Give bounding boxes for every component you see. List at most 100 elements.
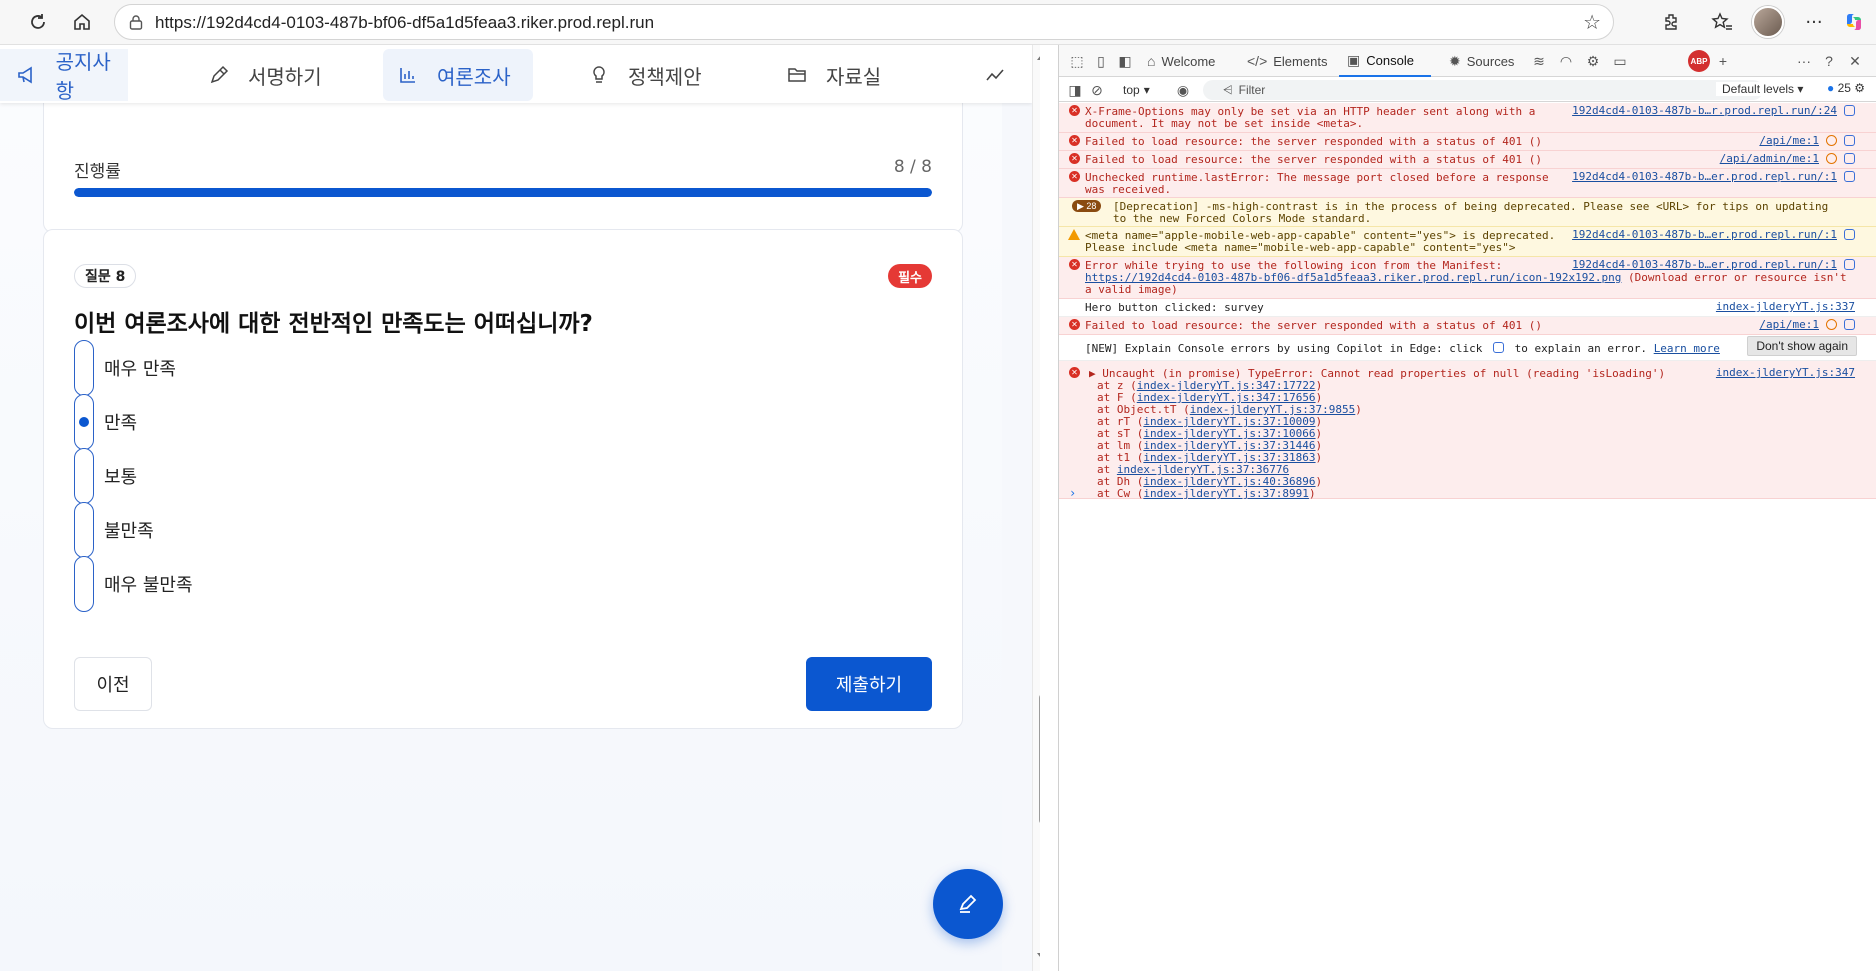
- tab-notices[interactable]: 공지사항: [0, 49, 128, 103]
- pen-icon: [208, 64, 230, 86]
- adblock-plus-icon[interactable]: ABP: [1688, 50, 1710, 72]
- option-very-satisfied[interactable]: 매우 만족: [74, 340, 574, 396]
- application-icon[interactable]: ▭: [1610, 51, 1630, 71]
- tab-label: 여론조사: [437, 64, 511, 89]
- more-tools-icon[interactable]: ···: [1794, 51, 1814, 71]
- inspect-element-icon[interactable]: ⬚: [1067, 51, 1087, 71]
- device-toolbar-icon[interactable]: ▯: [1091, 51, 1111, 71]
- floating-write-button[interactable]: [933, 869, 1003, 939]
- close-devtools-icon[interactable]: ✕: [1845, 51, 1865, 71]
- tab-sources[interactable]: ✹ Sources: [1443, 45, 1535, 77]
- address-bar[interactable]: https://192d4cd4-0103-487b-bf06-df5a1d5f…: [114, 4, 1614, 40]
- scroll-down-arrow-icon[interactable]: [1037, 953, 1040, 962]
- radio-button[interactable]: [74, 556, 94, 612]
- option-neutral[interactable]: 보통: [74, 448, 574, 504]
- network-request-icon[interactable]: [1826, 153, 1837, 164]
- console-prompt[interactable]: ›: [1069, 486, 1076, 500]
- settings-gear-icon[interactable]: ⚙: [1854, 81, 1865, 95]
- source-link[interactable]: index-jlderyYT.js:337: [1716, 301, 1855, 313]
- console-error: ✕ Error while trying to use the followin…: [1059, 257, 1876, 299]
- message-text: Failed to load resource: the server resp…: [1085, 135, 1542, 148]
- levels-label: Default levels: [1722, 82, 1795, 96]
- copilot-explain-icon[interactable]: [1844, 319, 1855, 330]
- option-dissatisfied[interactable]: 불만족: [74, 502, 574, 558]
- dock-side-icon[interactable]: ◧: [1115, 51, 1135, 71]
- issues-counter[interactable]: ● 25 ⚙: [1827, 81, 1865, 95]
- add-tab-icon[interactable]: +: [1713, 51, 1733, 71]
- radio-button[interactable]: [74, 394, 94, 450]
- more-options-icon[interactable]: ···: [1798, 6, 1830, 38]
- tab-console[interactable]: ▣ Console: [1339, 45, 1431, 77]
- source-link[interactable]: 192d4cd4-0103-487b-b…er.prod.repl.run/:1: [1572, 171, 1837, 183]
- settings-gear-icon[interactable]: ⚙: [1583, 51, 1603, 71]
- option-satisfied[interactable]: 만족: [74, 394, 574, 450]
- performance-icon[interactable]: ◠: [1556, 51, 1576, 71]
- sidebar-toggle-icon[interactable]: ◨: [1065, 80, 1085, 100]
- pen-icon: [959, 894, 977, 913]
- reload-icon[interactable]: [22, 6, 54, 38]
- frame-end: ): [1315, 475, 1323, 488]
- source-link[interactable]: 192d4cd4-0103-487b-b…er.prod.repl.run/:1: [1572, 259, 1837, 271]
- copilot-icon[interactable]: [1838, 6, 1870, 38]
- page-scrollbar[interactable]: [1032, 45, 1040, 971]
- home-icon[interactable]: [66, 6, 98, 38]
- web-page: 진행률 8 / 8 질문 8 필수 이번 여론조사에 대한 전반적인 만족도는 …: [0, 45, 1040, 971]
- option-very-dissatisfied[interactable]: 매우 불만족: [74, 556, 574, 612]
- network-request-icon[interactable]: [1826, 319, 1837, 330]
- favorites-icon[interactable]: [1706, 6, 1738, 38]
- log-levels-dropdown[interactable]: Default levels ▾: [1716, 82, 1804, 96]
- extensions-icon[interactable]: [1656, 6, 1688, 38]
- scroll-up-arrow-icon[interactable]: [1037, 51, 1040, 60]
- network-request-icon[interactable]: [1826, 135, 1837, 146]
- clear-console-icon[interactable]: ⊘: [1087, 80, 1107, 100]
- copilot-explain-icon[interactable]: [1844, 135, 1855, 146]
- radio-button[interactable]: [74, 448, 94, 504]
- context-selector[interactable]: top ▾: [1123, 81, 1150, 99]
- chevron-down-icon: ▾: [1143, 83, 1150, 97]
- megaphone-icon: [16, 64, 38, 86]
- learn-more-link[interactable]: Learn more: [1654, 342, 1720, 355]
- question-card: 질문 8 필수 이번 여론조사에 대한 전반적인 만족도는 어떠십니까? 매우 …: [43, 229, 963, 729]
- tab-label: 공지사항: [55, 50, 111, 103]
- copilot-explain-icon[interactable]: [1844, 171, 1855, 182]
- scrollbar-thumb[interactable]: [1039, 693, 1040, 825]
- issues-count: 25: [1837, 81, 1851, 95]
- previous-button[interactable]: 이전: [74, 657, 152, 711]
- bug-icon: ✹: [1449, 52, 1461, 69]
- tab-archive[interactable]: 자료실: [786, 49, 881, 101]
- console-warning: ▶ 28 [Deprecation] -ms-high-contrast is …: [1059, 198, 1876, 227]
- submit-button[interactable]: 제출하기: [806, 657, 932, 711]
- profile-avatar[interactable]: [1752, 6, 1784, 38]
- source-link[interactable]: index-jlderyYT.js:347: [1716, 367, 1855, 379]
- source-link[interactable]: /api/me:1: [1759, 319, 1819, 331]
- copilot-explain-icon[interactable]: [1844, 229, 1855, 240]
- radio-button[interactable]: [74, 502, 94, 558]
- radio-button[interactable]: [74, 340, 94, 396]
- error-icon: ✕: [1069, 259, 1080, 270]
- tab-welcome[interactable]: ⌂ Welcome: [1141, 45, 1237, 77]
- tab-sign[interactable]: 서명하기: [208, 49, 322, 101]
- source-link[interactable]: /api/me:1: [1759, 135, 1819, 147]
- browser-toolbar: https://192d4cd4-0103-487b-bf06-df5a1d5f…: [0, 0, 1876, 45]
- trend-icon[interactable]: [986, 49, 1004, 101]
- copilot-explain-icon[interactable]: [1844, 259, 1855, 270]
- network-icon[interactable]: ≋: [1529, 51, 1549, 71]
- source-link[interactable]: 192d4cd4-0103-487b-b…r.prod.repl.run/:24: [1572, 105, 1837, 117]
- tab-policy[interactable]: 정책제안: [588, 49, 702, 101]
- tab-survey[interactable]: 여론조사: [383, 49, 533, 101]
- copilot-explain-icon[interactable]: [1844, 105, 1855, 116]
- tab-elements[interactable]: </> Elements: [1241, 45, 1337, 77]
- devtools-panel: ⬚ ▯ ◧ ⌂ Welcome </> Elements ▣ Console ✹ Sou…: [1058, 45, 1876, 971]
- dont-show-again-button[interactable]: Don't show again: [1747, 336, 1857, 356]
- favorite-star-icon[interactable]: ☆: [1583, 10, 1601, 34]
- live-expression-eye-icon[interactable]: ◉: [1173, 80, 1193, 100]
- console-error-uncaught: ✕ ▶ Uncaught (in promise) TypeError: Can…: [1059, 361, 1876, 500]
- frame-source-link[interactable]: index-jlderyYT.js:37:8991: [1143, 487, 1309, 500]
- source-link[interactable]: 192d4cd4-0103-487b-b…er.prod.repl.run/:1: [1572, 229, 1837, 241]
- console-filter-input[interactable]: ⩤ Filter: [1203, 80, 1763, 100]
- stack-frame: at Cw (index-jlderyYT.js:37:8991): [1097, 488, 1869, 500]
- frame-function: at Cw (: [1097, 487, 1144, 500]
- copilot-explain-icon[interactable]: [1844, 153, 1855, 164]
- source-link[interactable]: /api/admin/me:1: [1720, 153, 1819, 165]
- help-icon[interactable]: ?: [1819, 51, 1839, 71]
